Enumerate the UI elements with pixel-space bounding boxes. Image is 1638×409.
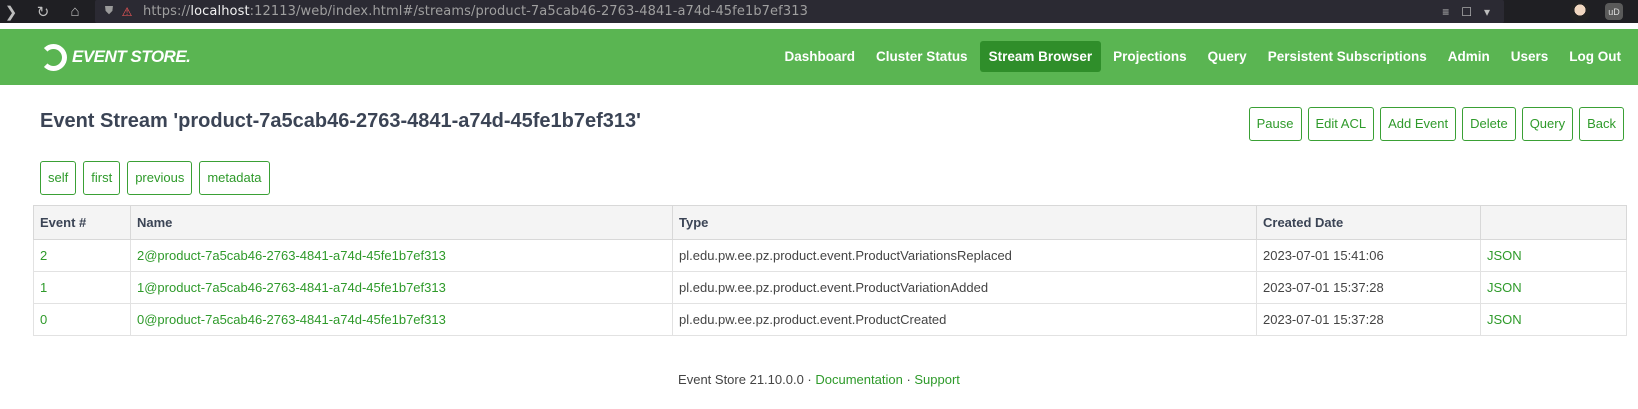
browser-toolbar: ❯ ↻ ⌂ ⛊ ⚠ https://localhost:12113/web/in… <box>0 0 1638 23</box>
event-type: pl.edu.pw.ee.pz.product.event.ProductVar… <box>672 239 1257 272</box>
column-header-event-number: Event # <box>33 205 131 240</box>
pause-button[interactable]: Pause <box>1248 107 1302 141</box>
page-footer: Event Store 21.10.0.0 · Documentation · … <box>678 372 960 387</box>
events-table: Event # Name Type Created Date 2 2@produ… <box>33 205 1627 336</box>
add-event-button[interactable]: Add Event <box>1380 107 1457 141</box>
event-type: pl.edu.pw.ee.pz.product.event.ProductVar… <box>672 271 1257 304</box>
tracking-shield-icon[interactable]: ⛊ <box>101 5 117 18</box>
event-type: pl.edu.pw.ee.pz.product.event.ProductCre… <box>672 303 1257 336</box>
app-header: EVENT STORE. Dashboard Cluster Status St… <box>0 29 1638 85</box>
event-created-date: 2023-07-01 15:37:28 <box>1256 303 1481 336</box>
nav-cluster-status[interactable]: Cluster Status <box>867 41 977 72</box>
nav-projections[interactable]: Projections <box>1104 41 1196 72</box>
event-created-date: 2023-07-01 15:37:28 <box>1256 271 1481 304</box>
metadata-link-button[interactable]: metadata <box>199 161 270 195</box>
profile-avatar[interactable] <box>1566 0 1594 23</box>
url-text[interactable]: https://localhost:12113/web/index.html#/… <box>143 4 808 19</box>
stream-pager: self first previous metadata <box>40 161 270 195</box>
delete-button[interactable]: Delete <box>1462 107 1516 141</box>
event-name-link[interactable]: 2@product-7a5cab46-2763-4841-a74d-45fe1b… <box>137 248 446 263</box>
top-navigation: Dashboard Cluster Status Stream Browser … <box>776 41 1630 72</box>
column-header-name: Name <box>130 205 673 240</box>
table-row: 2 2@product-7a5cab46-2763-4841-a74d-45fe… <box>33 239 1627 272</box>
reader-view-icon[interactable]: ≡ <box>1442 5 1449 19</box>
extension-icon[interactable]: uD <box>1605 3 1623 20</box>
json-link[interactable]: JSON <box>1487 312 1522 327</box>
page-title: Event Stream 'product-7a5cab46-2763-4841… <box>40 110 641 132</box>
home-icon[interactable]: ⌂ <box>64 0 86 23</box>
first-link-button[interactable]: first <box>83 161 121 195</box>
event-store-logo[interactable]: EVENT STORE. <box>40 41 191 73</box>
event-name-link[interactable]: 1@product-7a5cab46-2763-4841-a74d-45fe1b… <box>137 280 446 295</box>
nav-persistent-subscriptions[interactable]: Persistent Subscriptions <box>1259 41 1436 72</box>
nav-query[interactable]: Query <box>1199 41 1256 72</box>
logo-ring-icon <box>40 43 67 71</box>
version-text: Event Store 21.10.0.0 <box>678 372 804 387</box>
event-name-link[interactable]: 0@product-7a5cab46-2763-4841-a74d-45fe1b… <box>137 312 446 327</box>
table-header-row: Event # Name Type Created Date <box>33 205 1627 240</box>
stream-actions: Pause Edit ACL Add Event Delete Query Ba… <box>1248 107 1624 141</box>
query-button[interactable]: Query <box>1521 107 1574 141</box>
support-link[interactable]: Support <box>914 372 960 387</box>
chevron-down-icon[interactable]: ▾ <box>1484 5 1490 19</box>
json-link[interactable]: JSON <box>1487 248 1522 263</box>
nav-stream-browser[interactable]: Stream Browser <box>979 41 1102 72</box>
event-number-link[interactable]: 1 <box>40 280 47 295</box>
column-header-actions <box>1480 205 1627 240</box>
table-row: 0 0@product-7a5cab46-2763-4841-a74d-45fe… <box>33 303 1627 336</box>
nav-users[interactable]: Users <box>1502 41 1558 72</box>
nav-log-out[interactable]: Log Out <box>1560 41 1630 72</box>
column-header-type: Type <box>672 205 1257 240</box>
json-link[interactable]: JSON <box>1487 280 1522 295</box>
nav-dashboard[interactable]: Dashboard <box>776 41 865 72</box>
nav-admin[interactable]: Admin <box>1439 41 1499 72</box>
reload-icon[interactable]: ↻ <box>32 0 54 23</box>
self-link-button[interactable]: self <box>40 161 77 195</box>
address-bar[interactable]: ⛊ ⚠ https://localhost:12113/web/index.ht… <box>95 0 1504 23</box>
event-created-date: 2023-07-01 15:41:06 <box>1256 239 1481 272</box>
insecure-warning-icon[interactable]: ⚠ <box>119 5 135 19</box>
event-number-link[interactable]: 2 <box>40 248 47 263</box>
column-header-created-date: Created Date <box>1256 205 1481 240</box>
table-row: 1 1@product-7a5cab46-2763-4841-a74d-45fe… <box>33 271 1627 304</box>
edit-acl-button[interactable]: Edit ACL <box>1307 107 1375 141</box>
bookmark-icon[interactable]: ☐ <box>1461 5 1472 19</box>
forward-icon[interactable]: ❯ <box>0 0 22 23</box>
event-number-link[interactable]: 0 <box>40 312 47 327</box>
previous-link-button[interactable]: previous <box>127 161 193 195</box>
back-button[interactable]: Back <box>1579 107 1624 141</box>
documentation-link[interactable]: Documentation <box>815 372 902 387</box>
